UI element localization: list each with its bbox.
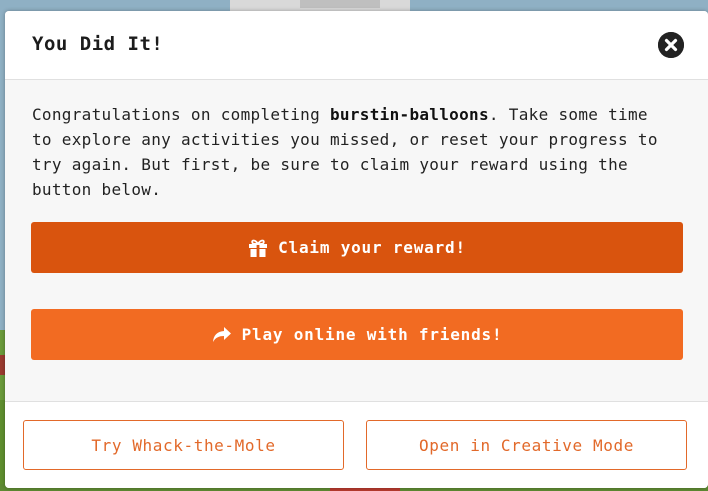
- dialog-footer: Try Whack-the-Mole Open in Creative Mode: [5, 401, 708, 488]
- completion-dialog: You Did It! Congratulations on completin…: [5, 11, 708, 488]
- close-button[interactable]: [658, 32, 684, 58]
- try-whack-the-mole-button[interactable]: Try Whack-the-Mole: [23, 420, 344, 470]
- claim-reward-label: Claim your reward!: [278, 238, 466, 257]
- backdrop-cloud: [300, 0, 380, 8]
- open-creative-mode-button[interactable]: Open in Creative Mode: [366, 420, 687, 470]
- dialog-title: You Did It!: [32, 33, 164, 55]
- dialog-message: Congratulations on completing burstin-ba…: [32, 102, 672, 202]
- dialog-header: You Did It!: [5, 11, 708, 80]
- activity-name: burstin-balloons: [329, 105, 489, 124]
- share-arrow-icon: [212, 325, 232, 345]
- play-online-button[interactable]: Play online with friends!: [31, 309, 683, 360]
- play-online-label: Play online with friends!: [241, 325, 503, 344]
- gift-icon: [248, 238, 268, 258]
- claim-reward-button[interactable]: Claim your reward!: [31, 222, 683, 273]
- close-icon: [658, 32, 684, 58]
- message-prefix: Congratulations on completing: [32, 105, 330, 124]
